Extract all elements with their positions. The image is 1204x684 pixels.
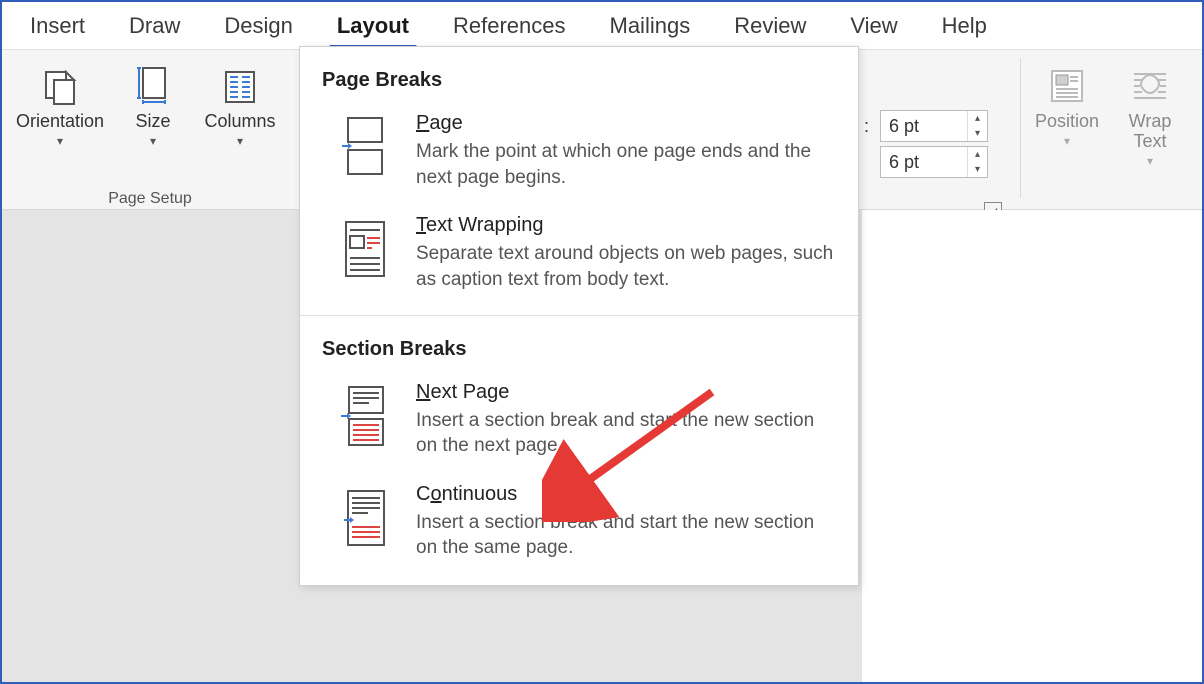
chevron-down-icon: ▾ <box>237 134 243 148</box>
continuous-break-icon <box>336 483 394 561</box>
spacing-before-suffix: : <box>864 116 869 137</box>
columns-button[interactable]: Columns ▾ <box>190 58 290 152</box>
tab-view[interactable]: View <box>828 13 919 49</box>
chevron-down-icon: ▾ <box>57 134 63 148</box>
size-icon <box>129 62 177 110</box>
wrap-text-icon <box>1126 62 1174 110</box>
group-arrange: Position ▾ Wrap Text ▾ <box>1024 58 1190 172</box>
columns-icon <box>216 62 264 110</box>
tab-help[interactable]: Help <box>920 13 1009 49</box>
dropdown-section-page-breaks: Page Breaks <box>300 47 858 102</box>
position-label: Position <box>1035 112 1099 132</box>
orientation-button[interactable]: Orientation ▾ <box>4 58 116 152</box>
spacing-before-input[interactable] <box>881 111 967 141</box>
tab-draw[interactable]: Draw <box>107 13 202 49</box>
break-option-title: Text Wrapping <box>416 214 836 237</box>
spinner-down-icon[interactable]: ▾ <box>968 126 987 141</box>
chevron-down-icon: ▾ <box>1064 134 1070 148</box>
orientation-label: Orientation <box>16 112 104 132</box>
break-option-desc: Insert a section break and start the new… <box>416 510 836 561</box>
size-button[interactable]: Size ▾ <box>116 58 190 152</box>
tab-mailings[interactable]: Mailings <box>588 13 713 49</box>
chevron-down-icon: ▾ <box>1147 154 1153 168</box>
position-icon <box>1043 62 1091 110</box>
position-button[interactable]: Position ▾ <box>1024 58 1110 172</box>
breaks-dropdown: Page Breaks Page Mark the point at which… <box>299 46 859 586</box>
tab-design[interactable]: Design <box>202 13 314 49</box>
page-break-icon <box>336 112 394 190</box>
group-page-setup: Orientation ▾ Size ▾ <box>2 58 298 208</box>
spinner-down-icon[interactable]: ▾ <box>968 162 987 177</box>
break-option-title: Continuous <box>416 483 836 506</box>
next-page-break-icon <box>336 381 394 459</box>
spacing-before-spinner[interactable]: ▴ ▾ <box>880 110 988 142</box>
orientation-icon <box>36 62 84 110</box>
spinner-up-icon[interactable]: ▴ <box>968 147 987 162</box>
break-option-title: Page <box>416 112 836 135</box>
break-option-desc: Insert a section break and start the new… <box>416 408 836 459</box>
break-option-page[interactable]: Page Mark the point at which one page en… <box>300 102 858 204</box>
ribbon-tabs: Insert Draw Design Layout References Mai… <box>2 2 1202 50</box>
break-option-desc: Separate text around objects on web page… <box>416 241 836 292</box>
break-option-desc: Mark the point at which one page ends an… <box>416 139 836 190</box>
text-wrapping-break-icon <box>336 214 394 292</box>
spacing-after-input[interactable] <box>881 147 967 177</box>
wrap-text-button[interactable]: Wrap Text ▾ <box>1110 58 1190 172</box>
tab-references[interactable]: References <box>431 13 588 49</box>
tab-layout[interactable]: Layout <box>315 13 431 49</box>
break-option-text-wrapping[interactable]: Text Wrapping Separate text around objec… <box>300 204 858 306</box>
columns-label: Columns <box>204 112 275 132</box>
chevron-down-icon: ▾ <box>150 134 156 148</box>
tab-insert[interactable]: Insert <box>8 13 107 49</box>
tab-review[interactable]: Review <box>712 13 828 49</box>
spacing-after-spinner[interactable]: ▴ ▾ <box>880 146 988 178</box>
dropdown-section-section-breaks: Section Breaks <box>300 324 858 371</box>
break-option-next-page[interactable]: Next Page Insert a section break and sta… <box>300 371 858 473</box>
size-label: Size <box>135 112 170 132</box>
spinner-up-icon[interactable]: ▴ <box>968 111 987 126</box>
break-option-title: Next Page <box>416 381 836 404</box>
document-page[interactable] <box>862 210 1202 682</box>
wrap-text-label: Wrap Text <box>1129 112 1172 152</box>
break-option-continuous[interactable]: Continuous Insert a section break and st… <box>300 473 858 575</box>
page-setup-group-label: Page Setup <box>2 190 298 208</box>
